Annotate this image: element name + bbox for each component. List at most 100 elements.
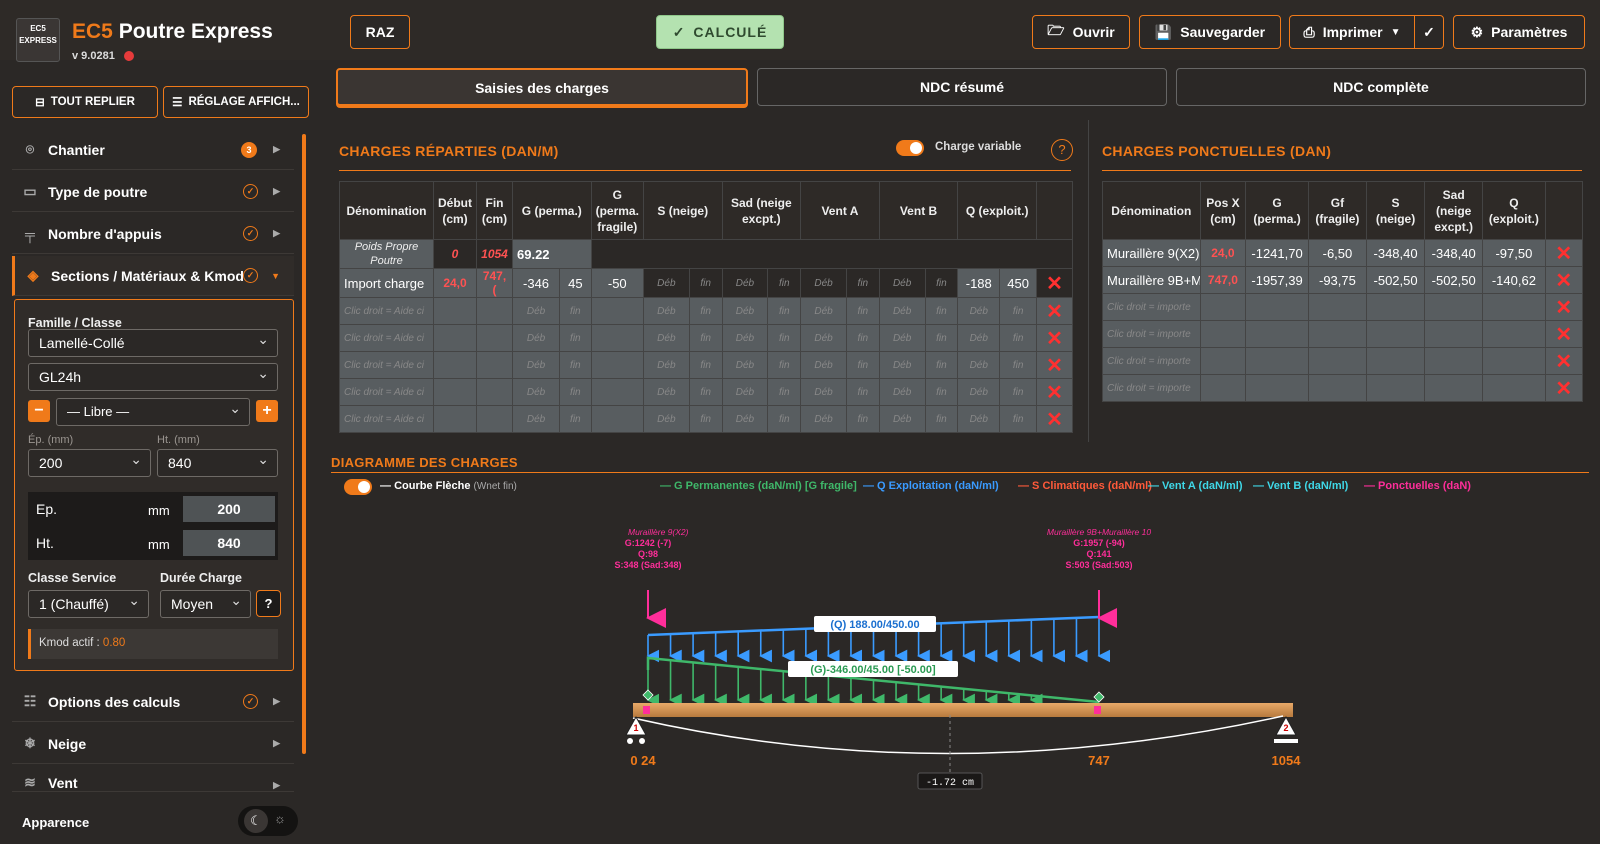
cell-end[interactable]: fin xyxy=(767,268,802,298)
cell-end[interactable]: fin xyxy=(999,324,1037,352)
cell-value[interactable] xyxy=(1482,320,1546,348)
cell-end[interactable]: fin xyxy=(845,351,880,379)
cell-end[interactable]: fin xyxy=(767,324,802,352)
cell-value[interactable]: Muraillère 9B+M xyxy=(1102,266,1201,294)
cell-start[interactable]: Déb xyxy=(878,378,926,406)
row-end[interactable] xyxy=(476,405,513,433)
cell-start[interactable]: Déb xyxy=(721,324,769,352)
cell-start[interactable]: Déb xyxy=(642,297,690,325)
cell-value[interactable] xyxy=(1199,347,1247,375)
cell-start[interactable]: Déb xyxy=(642,268,690,298)
row-start[interactable]: 24,0 xyxy=(433,268,477,298)
sidebar-item-beam-type[interactable]: ▭ Type de poutre ✓ ▶ xyxy=(12,172,294,212)
cell-end[interactable]: fin xyxy=(688,324,723,352)
cell-value[interactable]: -348,40 xyxy=(1424,239,1484,267)
row-name[interactable]: Clic droit = Aide ci xyxy=(339,378,434,406)
delete-row-icon[interactable]: ✕ xyxy=(1036,405,1073,433)
cell-value[interactable] xyxy=(1365,320,1426,348)
sidebar-item-wind[interactable]: ≋ Vent ▶ xyxy=(12,766,294,792)
cell-end[interactable]: fin xyxy=(688,297,723,325)
cell-end[interactable]: fin xyxy=(924,297,959,325)
cell-value[interactable] xyxy=(1199,320,1247,348)
table-row[interactable]: Muraillère 9B+M 747,0 -1957,39 -93,75 -502,5… xyxy=(1102,266,1584,294)
ht-select[interactable]: 840 xyxy=(157,449,278,477)
row-name[interactable]: Clic droit = Aide ci xyxy=(339,405,434,433)
cell-end[interactable]: fin xyxy=(559,405,592,433)
tab-load-input[interactable]: Saisies des charges xyxy=(336,68,748,106)
cell-end[interactable]: fin xyxy=(559,324,592,352)
service-class-select[interactable]: 1 (Chauffé) xyxy=(28,590,149,618)
cell-value[interactable] xyxy=(1245,293,1309,321)
tab-ndc-summary[interactable]: NDC résumé xyxy=(757,68,1167,106)
grade-select[interactable]: GL24h xyxy=(28,363,278,391)
row-g-end[interactable]: 45 xyxy=(559,268,592,298)
delete-row-icon[interactable]: ✕ xyxy=(1544,347,1584,375)
delete-row-icon[interactable]: ✕ xyxy=(1544,320,1584,348)
table-row[interactable]: Clic droit = importe ✕ xyxy=(1102,320,1584,348)
row-end[interactable]: 747,( xyxy=(476,268,513,298)
cell-value[interactable]: Muraillère 9(X2) xyxy=(1102,239,1201,267)
cell-end[interactable]: fin xyxy=(559,378,592,406)
row-name[interactable]: Clic droit = importe xyxy=(1102,293,1201,321)
row-gf[interactable]: -50 xyxy=(590,268,644,298)
cell-value[interactable]: -140,62 xyxy=(1482,266,1546,294)
sidebar-item-chantier[interactable]: ⌾ Chantier 3 ▶ xyxy=(12,130,294,170)
table-row[interactable]: Clic droit = importe ✕ xyxy=(1102,374,1584,402)
cell-start[interactable]: Déb xyxy=(642,351,690,379)
display-settings-button[interactable]: ☰ RÉGLAGE AFFICH... xyxy=(163,86,309,118)
sidebar-item-options[interactable]: ☷ Options des calculs ✓ ▶ xyxy=(12,682,294,722)
delete-row-icon[interactable]: ✕ xyxy=(1036,268,1073,298)
service-help-button[interactable]: ? xyxy=(256,590,281,617)
collapse-all-button[interactable]: ⊟ TOUT REPLIER xyxy=(12,86,158,118)
row-start[interactable] xyxy=(433,405,477,433)
row-name[interactable]: Clic droit = importe xyxy=(1102,374,1201,402)
row-name[interactable]: Clic droit = Aide ci xyxy=(339,351,434,379)
sidebar-item-sections[interactable]: ◈ Sections / Matériaux & Kmod ✓ ▼ xyxy=(12,256,294,296)
table-row[interactable]: Clic droit = Aide ci Déb fin Déb fin Déb fin Dé… xyxy=(339,405,1073,433)
cell-start[interactable]: Déb xyxy=(642,405,690,433)
cell-value[interactable] xyxy=(1199,374,1247,402)
cell-start[interactable]: Déb xyxy=(800,405,847,433)
row-name[interactable]: Clic droit = Aide ci xyxy=(339,297,434,325)
cell-value[interactable]: -93,75 xyxy=(1307,266,1368,294)
cell-start[interactable]: Déb xyxy=(642,324,690,352)
cell-start[interactable]: Déb xyxy=(957,351,1001,379)
delete-row-icon[interactable]: ✕ xyxy=(1036,297,1073,325)
cell-value[interactable]: -502,50 xyxy=(1424,266,1484,294)
cell-end[interactable]: fin xyxy=(845,297,880,325)
cell-start[interactable]: Déb xyxy=(957,297,1001,325)
delete-row-icon[interactable]: ✕ xyxy=(1036,378,1073,406)
add-section-button[interactable]: + xyxy=(256,400,278,422)
table-row[interactable]: Clic droit = Aide ci Déb fin Déb fin Déb fin Dé… xyxy=(339,378,1073,406)
cell-start[interactable]: Déb xyxy=(957,378,1001,406)
cell-end[interactable]: fin xyxy=(688,351,723,379)
print-button[interactable]: ⎙ Imprimer ▼ xyxy=(1289,15,1414,49)
raz-button[interactable]: RAZ xyxy=(350,15,410,49)
row-start[interactable] xyxy=(433,297,477,325)
cell-value[interactable] xyxy=(1482,374,1546,402)
cell-start[interactable]: Déb xyxy=(511,378,561,406)
row-name[interactable]: Import charge xyxy=(339,268,434,298)
print-confirm-button[interactable]: ✓ xyxy=(1414,15,1444,49)
cell-end[interactable]: fin xyxy=(767,405,802,433)
cell-start[interactable]: Déb xyxy=(511,351,561,379)
cell-start[interactable]: Déb xyxy=(511,405,561,433)
cell-value[interactable] xyxy=(1424,293,1484,321)
cell-start[interactable]: Déb xyxy=(800,268,847,298)
delete-row-icon[interactable]: ✕ xyxy=(1544,374,1584,402)
delete-row-icon[interactable]: ✕ xyxy=(1544,293,1584,321)
cell-value[interactable] xyxy=(1245,347,1309,375)
ht-input[interactable]: 840 xyxy=(183,530,275,556)
row-end[interactable] xyxy=(476,297,513,325)
cell-start[interactable]: Déb xyxy=(511,324,561,352)
cell-end[interactable]: fin xyxy=(845,324,880,352)
table-row[interactable]: Clic droit = importe ✕ xyxy=(1102,293,1584,321)
cell-value[interactable] xyxy=(1307,374,1368,402)
cell-end[interactable]: fin xyxy=(845,405,880,433)
sidebar-scrollbar[interactable] xyxy=(302,134,306,754)
cell-value[interactable] xyxy=(1482,293,1546,321)
cell-start[interactable]: Déb xyxy=(721,297,769,325)
cell-end[interactable]: fin xyxy=(767,351,802,379)
theme-toggle[interactable]: ☾ ☼ xyxy=(238,806,298,836)
cell-value[interactable] xyxy=(1307,293,1368,321)
